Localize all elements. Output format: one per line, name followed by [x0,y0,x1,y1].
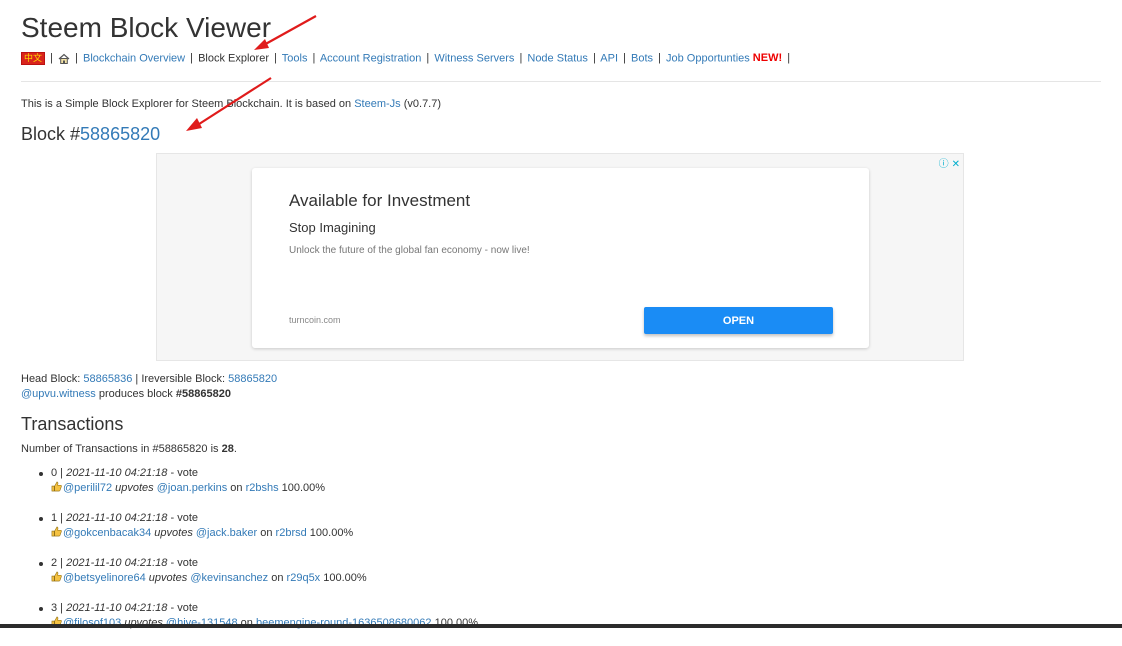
steem-js-link[interactable]: Steem-Js [354,98,400,110]
ad-controls: ⓘ ✕ [936,155,960,170]
nav-link-account-registration[interactable]: Account Registration [320,52,422,64]
transaction-list: 0 | 2021-11-10 04:21:18 - vote @perilil7… [38,466,478,646]
ad-close-icon[interactable]: ✕ [952,159,960,170]
nav-link-witness-servers[interactable]: Witness Servers [434,52,514,64]
advertisement: ⓘ ✕ Available for Investment Stop Imagini… [156,153,964,361]
header-divider [21,81,1101,82]
ad-card[interactable]: Available for Investment Stop Imagining … [252,168,869,348]
nav-link-tools[interactable]: Tools [282,52,308,64]
author-link[interactable]: @jack.baker [196,527,257,539]
permlink-link[interactable]: r29q5x [287,572,321,584]
ad-title: Available for Investment [289,191,471,210]
ad-description: Unlock the future of the global fan econ… [289,245,530,256]
voter-link[interactable]: @betsyelinore64 [63,572,146,584]
nav-link-node-status[interactable]: Node Status [527,52,588,64]
voter-link[interactable]: @gokcenbacak34 [63,527,151,539]
nav-link-api[interactable]: API [600,52,618,64]
transaction-item: 0 | 2021-11-10 04:21:18 - vote @perilil7… [38,466,478,511]
nav-bar: 中文 | | Blockchain Overview | Block Explo… [21,52,792,65]
bottom-bar [0,624,1122,628]
ad-subtitle: Stop Imagining [289,220,376,235]
irreversible-block-link[interactable]: 58865820 [228,373,277,385]
head-block-info: Head Block: 58865836 | Ireversible Block… [21,373,278,400]
new-badge: NEW! [752,52,783,65]
thumbs-up-icon [51,571,62,582]
head-block-link[interactable]: 58865836 [83,373,132,385]
thumbs-up-icon [51,481,62,492]
ad-info-icon[interactable]: ⓘ [939,159,949,170]
block-number-link[interactable]: 58865820 [80,124,160,144]
nav-link-blockchain-overview[interactable]: Blockchain Overview [83,52,185,64]
block-heading: Block #58865820 [21,124,161,144]
transaction-count: Number of Transactions in #58865820 is 2… [21,443,237,455]
transaction-item: 1 | 2021-11-10 04:21:18 - vote @gokcenba… [38,511,478,556]
ad-open-button[interactable]: OPEN [644,307,833,334]
thumbs-up-icon [51,526,62,537]
author-link[interactable]: @kevinsanchez [190,572,268,584]
permlink-link[interactable]: r2brsd [276,527,307,539]
nav-link-bots[interactable]: Bots [631,52,653,64]
intro-text: This is a Simple Block Explorer for Stee… [21,98,442,110]
nav-link-block-explorer[interactable]: Block Explorer [198,52,269,64]
transaction-item: 2 | 2021-11-10 04:21:18 - vote @betsyeli… [38,556,478,601]
ad-domain: turncoin.com [289,315,341,325]
language-switch-chinese[interactable]: 中文 [21,52,46,65]
home-icon[interactable] [58,53,70,64]
permlink-link[interactable]: r2bshs [246,482,279,494]
voter-link[interactable]: @perilil72 [63,482,112,494]
transactions-heading: Transactions [21,414,124,434]
author-link[interactable]: @joan.perkins [157,482,227,494]
nav-link-job-opportunities[interactable]: Job Opportunties [666,52,750,64]
witness-link[interactable]: @upvu.witness [21,388,96,400]
produced-block-number: #58865820 [175,388,231,400]
site-title: Steem Block Viewer [21,12,272,43]
